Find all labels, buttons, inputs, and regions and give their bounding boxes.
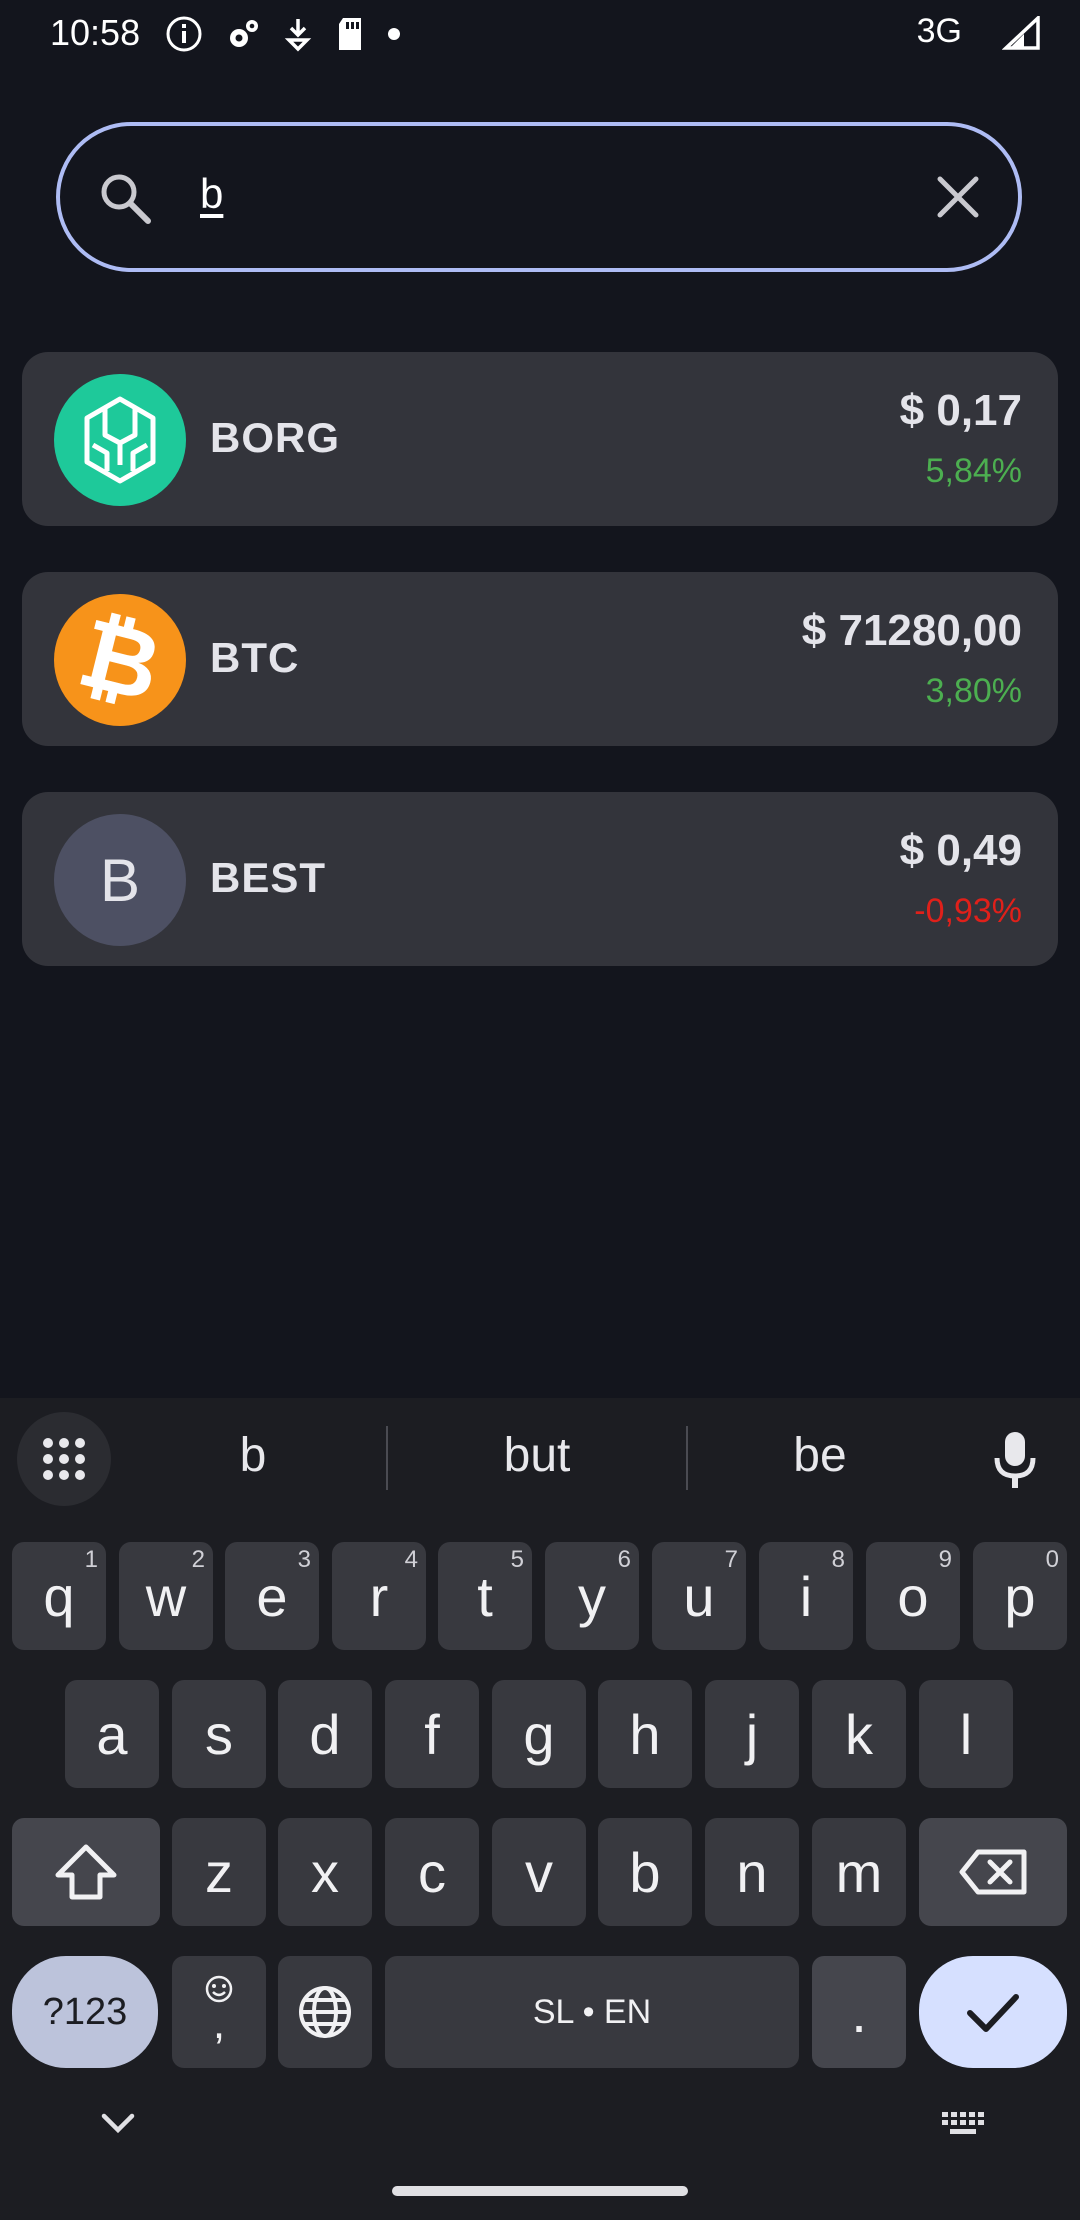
soft-keyboard: b but be q1 w2 e3 r4 t5 y6 u7 i8 o9 p0 a… bbox=[0, 1398, 1080, 2220]
space-key[interactable]: SL • EN bbox=[385, 1956, 799, 2068]
search-input[interactable]: b bbox=[200, 170, 223, 218]
search-icon bbox=[101, 174, 151, 224]
key-f[interactable]: f bbox=[385, 1680, 479, 1788]
backspace-icon bbox=[959, 1849, 1027, 1895]
key-v[interactable]: v bbox=[492, 1818, 586, 1926]
checkmark-icon bbox=[967, 1994, 1019, 2032]
network-type: 3G bbox=[916, 12, 962, 50]
key-b[interactable]: b bbox=[598, 1818, 692, 1926]
symbols-key[interactable]: ?123 bbox=[12, 1956, 158, 2068]
key-m[interactable]: m bbox=[812, 1818, 906, 1926]
key-l[interactable]: l bbox=[919, 1680, 1013, 1788]
signal-icon bbox=[1002, 16, 1040, 50]
key-a[interactable]: a bbox=[65, 1680, 159, 1788]
backspace-key[interactable] bbox=[919, 1818, 1067, 1926]
borg-logo-icon bbox=[54, 374, 186, 506]
suggestion-2[interactable]: but bbox=[422, 1428, 652, 1483]
period-key[interactable]: . bbox=[812, 1956, 906, 2068]
coin-price: $ 0,17 bbox=[899, 386, 1022, 435]
microphone-icon[interactable] bbox=[990, 1430, 1040, 1490]
suggestion-3[interactable]: be bbox=[705, 1428, 935, 1483]
shift-icon bbox=[55, 1844, 117, 1900]
download-icon bbox=[284, 19, 312, 52]
bitcoin-logo-icon: ₿ bbox=[54, 594, 186, 726]
divider bbox=[386, 1426, 388, 1490]
key-j[interactable]: j bbox=[705, 1680, 799, 1788]
enter-key[interactable] bbox=[919, 1956, 1067, 2068]
coin-price: $ 0,49 bbox=[899, 826, 1022, 875]
status-icons bbox=[165, 14, 401, 54]
chevron-down-icon[interactable] bbox=[100, 2112, 136, 2136]
key-r[interactable]: r4 bbox=[332, 1542, 426, 1650]
key-p[interactable]: p0 bbox=[973, 1542, 1067, 1650]
close-icon[interactable] bbox=[936, 175, 980, 219]
coin-row-borg[interactable]: BORG $ 0,17 5,84% bbox=[22, 352, 1058, 526]
key-h[interactable]: h bbox=[598, 1680, 692, 1788]
emoji-comma-key[interactable]: , bbox=[172, 1956, 266, 2068]
notification-dot-icon bbox=[388, 28, 400, 40]
coin-change: -0,93% bbox=[914, 892, 1022, 930]
info-icon bbox=[166, 16, 202, 52]
apps-grid-icon[interactable] bbox=[17, 1412, 111, 1506]
status-bar: 10:58 3G bbox=[0, 0, 1080, 66]
key-d[interactable]: d bbox=[278, 1680, 372, 1788]
coin-symbol: BEST bbox=[210, 854, 327, 901]
coin-symbol: BTC bbox=[210, 634, 300, 681]
key-g[interactable]: g bbox=[492, 1680, 586, 1788]
status-time: 10:58 bbox=[50, 12, 141, 53]
navigation-bar bbox=[0, 2098, 1080, 2220]
comma-label: , bbox=[212, 1999, 226, 2048]
shift-key[interactable] bbox=[12, 1818, 160, 1926]
home-indicator[interactable] bbox=[392, 2186, 688, 2196]
coin-price: $ 71280,00 bbox=[801, 606, 1022, 655]
key-n[interactable]: n bbox=[705, 1818, 799, 1926]
key-q[interactable]: q1 bbox=[12, 1542, 106, 1650]
key-o[interactable]: o9 bbox=[866, 1542, 960, 1650]
key-s[interactable]: s bbox=[172, 1680, 266, 1788]
coin-change: 3,80% bbox=[925, 672, 1022, 710]
key-t[interactable]: t5 bbox=[438, 1542, 532, 1650]
sd-card-icon bbox=[339, 18, 361, 50]
coin-symbol: BORG bbox=[210, 414, 340, 461]
suggestion-strip: b but be bbox=[0, 1398, 1080, 1518]
key-k[interactable]: k bbox=[812, 1680, 906, 1788]
key-u[interactable]: u7 bbox=[652, 1542, 746, 1650]
logo-letter: B bbox=[99, 846, 141, 914]
key-e[interactable]: e3 bbox=[225, 1542, 319, 1650]
language-key[interactable] bbox=[278, 1956, 372, 2068]
coin-row-best[interactable]: B BEST $ 0,49 -0,93% bbox=[22, 792, 1058, 966]
key-z[interactable]: z bbox=[172, 1818, 266, 1926]
settings-icon bbox=[230, 20, 258, 47]
search-field[interactable]: b bbox=[56, 122, 1022, 272]
keyboard-switch-icon[interactable] bbox=[940, 2110, 986, 2140]
globe-icon bbox=[299, 1986, 351, 2038]
letter-logo-icon: B bbox=[54, 814, 186, 946]
key-i[interactable]: i8 bbox=[759, 1542, 853, 1650]
coin-row-btc[interactable]: ₿ BTC $ 71280,00 3,80% bbox=[22, 572, 1058, 746]
suggestion-1[interactable]: b bbox=[138, 1428, 368, 1483]
coin-change: 5,84% bbox=[925, 452, 1022, 490]
key-c[interactable]: c bbox=[385, 1818, 479, 1926]
key-y[interactable]: y6 bbox=[545, 1542, 639, 1650]
key-x[interactable]: x bbox=[278, 1818, 372, 1926]
divider bbox=[686, 1426, 688, 1490]
key-w[interactable]: w2 bbox=[119, 1542, 213, 1650]
